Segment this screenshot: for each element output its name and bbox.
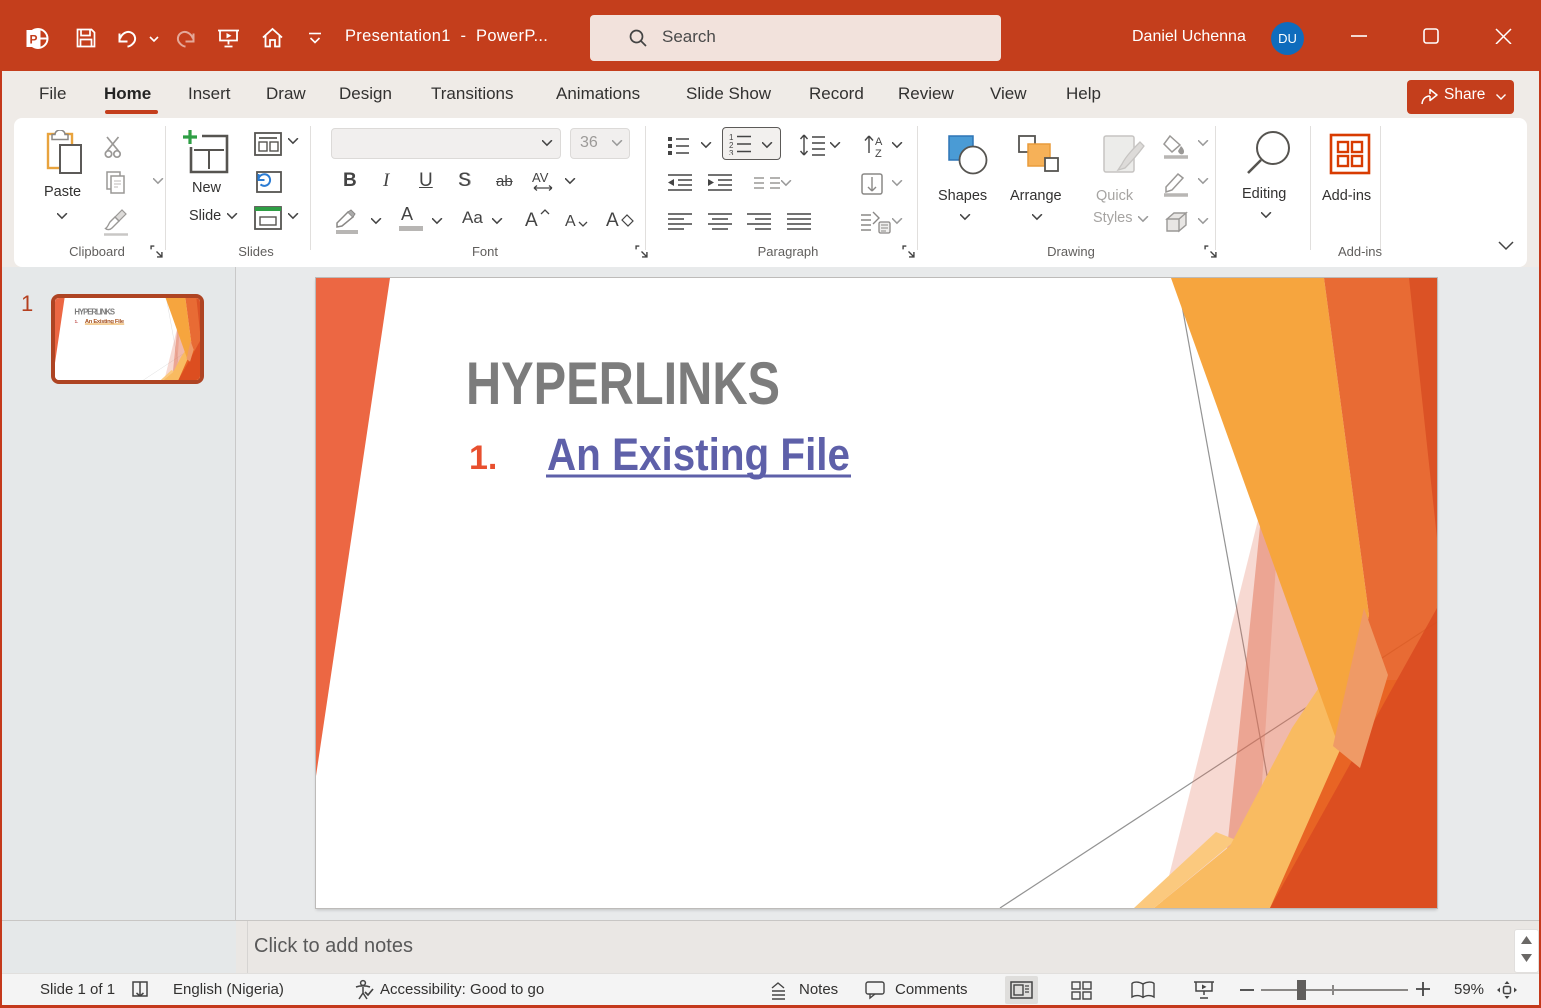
svg-text:A: A	[875, 136, 883, 148]
svg-text:A: A	[606, 210, 619, 231]
svg-text:P: P	[29, 33, 37, 47]
svg-text:A: A	[565, 213, 576, 230]
svg-text:Z: Z	[875, 148, 882, 159]
svg-text:1.: 1.	[75, 319, 79, 324]
svg-text:3: 3	[729, 149, 734, 155]
svg-text:An Existing File: An Existing File	[547, 429, 850, 480]
svg-text:HYPERLINKS: HYPERLINKS	[74, 307, 115, 316]
svg-text:A: A	[525, 210, 538, 231]
svg-text:HYPERLINKS: HYPERLINKS	[466, 350, 780, 417]
svg-text:AV: AV	[532, 170, 549, 185]
svg-text:1.: 1.	[469, 439, 497, 477]
